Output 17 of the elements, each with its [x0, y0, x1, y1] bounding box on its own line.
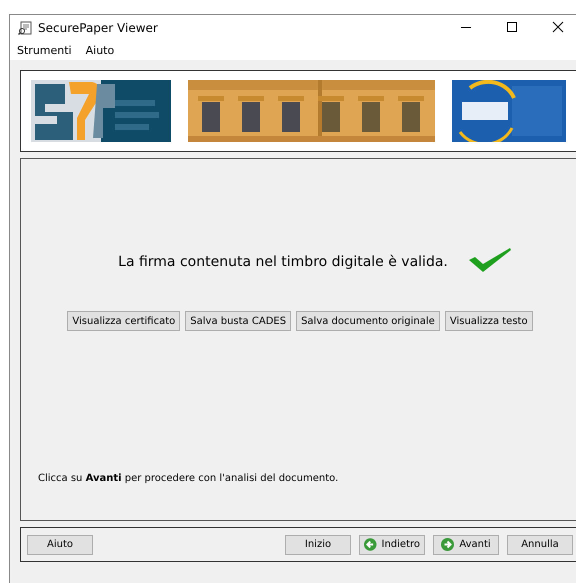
menu-item[interactable]: Strumenti	[17, 44, 72, 56]
app-icon	[18, 20, 32, 34]
forward-arrow-icon	[441, 538, 454, 551]
action-button[interactable]: Visualizza testo	[444, 311, 533, 331]
action-button[interactable]: Visualizza certificato	[67, 311, 180, 331]
result-message: La firma contenuta nel timbro digitale è valida.	[118, 254, 448, 270]
action-button[interactable]: Salva busta CADES	[185, 311, 292, 331]
nav-button[interactable]: Avanti	[433, 534, 499, 554]
nav-button[interactable]: Aiuto	[27, 534, 93, 554]
nav-button[interactable]: Indietro	[359, 534, 425, 554]
menu-item[interactable]: Aiuto	[86, 44, 114, 56]
nav-button[interactable]: Annulla	[507, 534, 573, 554]
action-button[interactable]: Salva documento originale	[296, 311, 440, 331]
window-title: SecurePaper Viewer	[38, 20, 159, 34]
hint-text: Clicca su Avanti per procedere con l'analisi del documento.	[38, 473, 340, 484]
nav-button[interactable]: Inizio	[285, 534, 351, 554]
back-arrow-icon	[364, 538, 376, 551]
